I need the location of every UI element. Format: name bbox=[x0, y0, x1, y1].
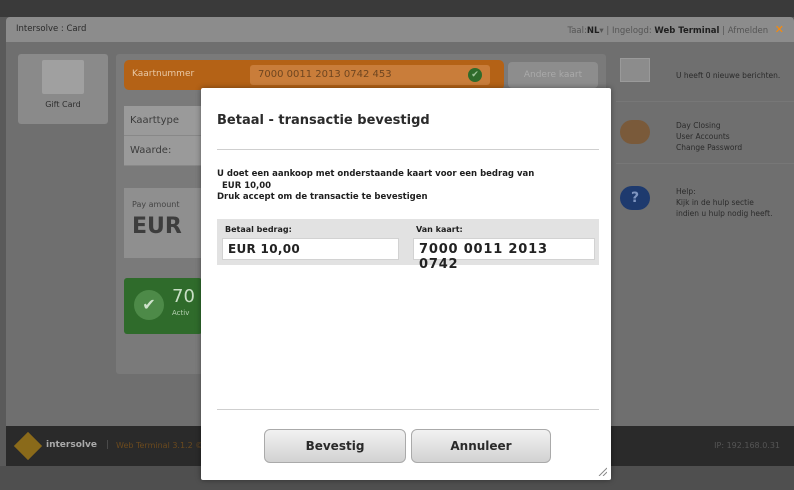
chevron-down-icon[interactable]: ▾ bbox=[599, 26, 603, 36]
amount-label: Betaal bedrag: bbox=[225, 225, 292, 234]
amount-value: EUR 10,00 bbox=[222, 238, 399, 260]
message-line-3: Druk accept om de transactie te bevestig… bbox=[217, 192, 428, 202]
link-change-password[interactable]: Change Password bbox=[676, 142, 742, 153]
logged-in-label: Ingelogd: bbox=[611, 26, 652, 36]
logged-in-user: Web Terminal bbox=[654, 26, 720, 36]
sidebar: U heeft 0 nieuwe berichten. Day Closing … bbox=[616, 48, 794, 228]
language-select[interactable]: NL bbox=[587, 26, 600, 36]
settings-links: Day Closing User Accounts Change Passwor… bbox=[676, 120, 742, 153]
divider bbox=[217, 409, 599, 410]
card-value-label: Waarde: bbox=[124, 136, 202, 166]
status-badge: ✔ 70 Activ bbox=[124, 278, 202, 334]
card-type-label: Kaarttype bbox=[124, 106, 202, 136]
pay-amount-box: Pay amount EUR bbox=[124, 188, 202, 258]
link-day-closing[interactable]: Day Closing bbox=[676, 120, 742, 131]
help-block[interactable]: ? Help: Kijk in de hulp sectie indien u … bbox=[616, 176, 794, 230]
help-title: Help: bbox=[676, 187, 696, 196]
help-line-2: indien u hulp nodig heeft. bbox=[676, 209, 773, 218]
confirm-dialog: Betaal - transactie bevestigd U doet een… bbox=[201, 88, 611, 480]
amount-field: Betaal bedrag: EUR 10,00 bbox=[217, 219, 407, 265]
link-user-accounts[interactable]: User Accounts bbox=[676, 131, 742, 142]
header-right: Taal:NL▾ | Ingelogd: Web Terminal | Afme… bbox=[567, 23, 784, 36]
check-icon: ✔ bbox=[468, 68, 482, 82]
footer-divider: | bbox=[106, 440, 110, 450]
card-number-bar: Kaartnummer 7000 0011 2013 0742 453 ✔ bbox=[124, 60, 504, 90]
product-label: Gift Card bbox=[45, 100, 81, 109]
resize-grip-icon[interactable] bbox=[597, 466, 607, 476]
intersolve-logo-icon bbox=[13, 431, 43, 461]
mail-icon bbox=[620, 58, 650, 82]
confirm-button[interactable]: Bevestig bbox=[264, 429, 406, 463]
gift-card-icon bbox=[42, 60, 84, 94]
check-circle-icon: ✔ bbox=[134, 290, 164, 320]
logout-link[interactable]: Afmelden bbox=[728, 26, 768, 36]
footer-brand: intersolve bbox=[46, 440, 97, 450]
breadcrumb: Intersolve : Card bbox=[16, 24, 87, 34]
status-text: Activ bbox=[172, 309, 190, 317]
cancel-button[interactable]: Annuleer bbox=[411, 429, 551, 463]
pay-currency: EUR bbox=[132, 214, 182, 239]
card-number-value: 7000 0011 2013 0742 453 bbox=[258, 69, 392, 80]
product-tile[interactable]: Gift Card bbox=[18, 54, 108, 124]
message-line-2: EUR 10,00 bbox=[222, 180, 272, 191]
other-card-button[interactable]: Andere kaart bbox=[508, 62, 598, 88]
card-number-label: Kaartnummer bbox=[132, 69, 195, 79]
messages-text: U heeft 0 nieuwe berichten. bbox=[676, 71, 781, 80]
chart-icon bbox=[620, 120, 650, 144]
app-header: Intersolve : Card Taal:NL▾ | Ingelogd: W… bbox=[6, 17, 794, 42]
divider bbox=[217, 149, 599, 150]
dialog-message: U doet een aankoop met onderstaande kaar… bbox=[217, 169, 534, 204]
messages-block[interactable]: U heeft 0 nieuwe berichten. bbox=[616, 48, 794, 102]
dialog-title: Betaal - transactie bevestigd bbox=[217, 113, 430, 128]
top-bar bbox=[0, 0, 794, 17]
help-text: Help: Kijk in de hulp sectie indien u hu… bbox=[676, 186, 772, 219]
transaction-fields: Betaal bedrag: EUR 10,00 Van kaart: 7000… bbox=[217, 219, 599, 272]
status-number: 70 bbox=[172, 286, 195, 307]
footer-version: Web Terminal 3.1.2 © bbox=[116, 441, 204, 450]
card-info: Kaarttype Waarde: bbox=[124, 106, 202, 166]
from-card-label: Van kaart: bbox=[416, 225, 463, 234]
help-icon: ? bbox=[620, 186, 650, 210]
message-line-1: U doet een aankoop met onderstaande kaar… bbox=[217, 169, 535, 179]
close-icon[interactable]: ✕ bbox=[775, 23, 784, 36]
pay-amount-label: Pay amount bbox=[132, 200, 180, 209]
card-number-input[interactable]: 7000 0011 2013 0742 453 ✔ bbox=[250, 65, 490, 85]
help-line-1: Kijk in de hulp sectie bbox=[676, 198, 754, 207]
footer-ip: IP: 192.168.0.31 bbox=[714, 441, 780, 450]
card-field: Van kaart: 7000 0011 2013 0742 bbox=[408, 219, 599, 272]
from-card-value: 7000 0011 2013 0742 bbox=[413, 238, 595, 272]
language-label: Taal: bbox=[567, 26, 587, 36]
settings-block: Day Closing User Accounts Change Passwor… bbox=[616, 110, 794, 164]
